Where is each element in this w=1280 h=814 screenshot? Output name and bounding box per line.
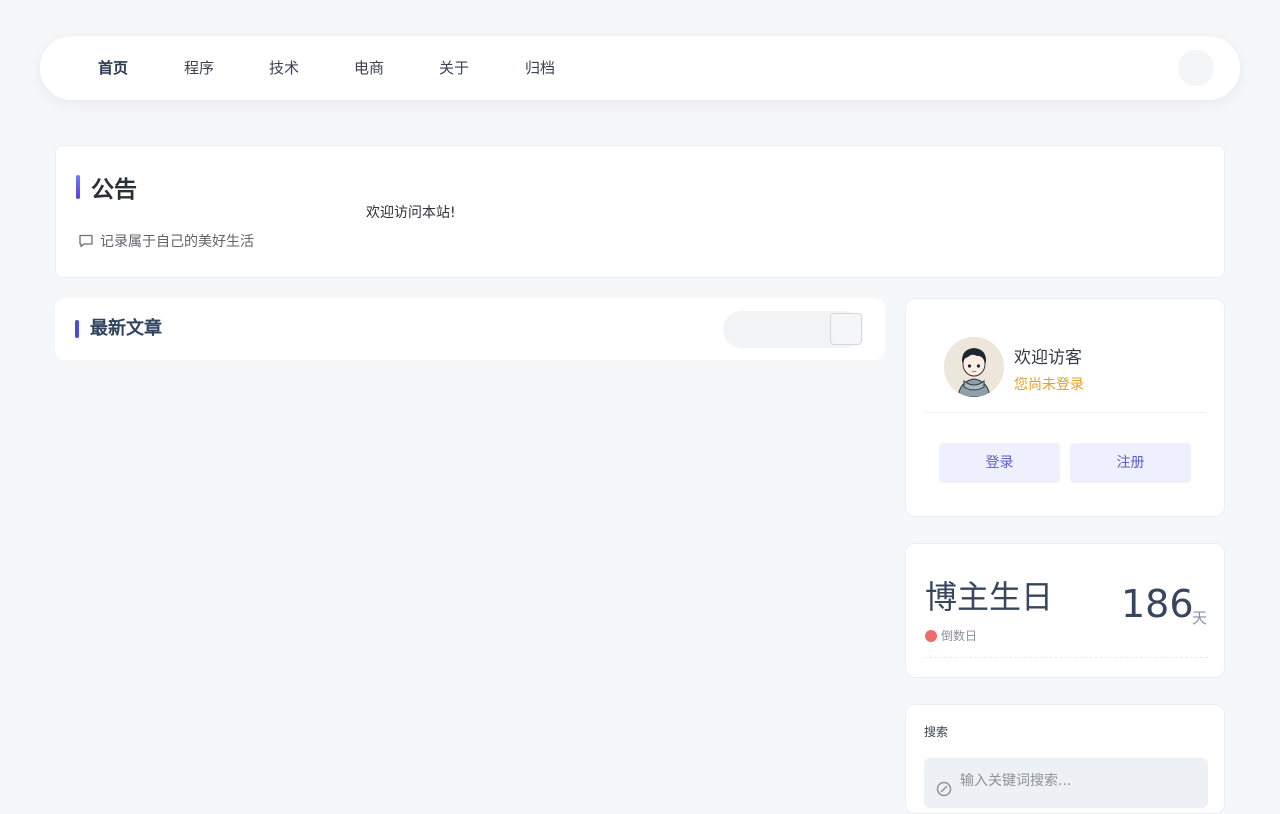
login-button[interactable]: 登录: [939, 443, 1060, 483]
search-card: 搜索: [905, 704, 1225, 814]
countdown-unit: 天: [1192, 609, 1208, 627]
notice-message: 欢迎访问本站!: [366, 205, 456, 221]
title-accent-bar: [76, 175, 80, 199]
notice-subtitle: 记录属于自己的美好生活: [78, 231, 254, 251]
search-title: 搜索: [924, 725, 949, 739]
view-toggle[interactable]: [723, 311, 863, 348]
title-accent-bar: [75, 320, 79, 338]
top-nav: 首页 程序 技术 电商 关于 归档: [40, 36, 1240, 100]
register-button[interactable]: 注册: [1070, 443, 1191, 483]
divider: [924, 412, 1206, 413]
nav-item-home[interactable]: 首页: [98, 36, 128, 100]
latest-posts-title: 最新文章: [90, 318, 162, 339]
toggle-knob[interactable]: [830, 313, 862, 345]
nav-item-ecommerce[interactable]: 电商: [354, 36, 384, 100]
countdown-title: 博主生日: [925, 578, 1054, 616]
countdown-days: 186: [1121, 582, 1194, 626]
user-menu-avatar[interactable]: [1178, 50, 1214, 86]
avatar: [944, 337, 1004, 397]
notice-card: 公告 记录属于自己的美好生活 欢迎访问本站!: [55, 145, 1225, 278]
comment-icon: [79, 234, 93, 248]
latest-posts-header: 最新文章: [55, 298, 885, 360]
login-status: 您尚未登录: [1014, 377, 1084, 393]
notice-subtitle-text: 记录属于自己的美好生活: [100, 234, 254, 250]
birthday-countdown-card: 博主生日 倒数日 186 天: [905, 543, 1225, 678]
divider: [924, 657, 1208, 658]
countdown-label: 倒数日: [941, 629, 978, 643]
user-card: 欢迎访客 您尚未登录 登录 注册: [905, 298, 1225, 517]
status-dot-icon: [925, 630, 937, 642]
search-input[interactable]: [960, 770, 1200, 792]
nav-item-archive[interactable]: 归档: [525, 36, 555, 100]
avatar-illustration: [944, 337, 1004, 397]
nav-item-about[interactable]: 关于: [439, 36, 469, 100]
nav-item-program[interactable]: 程序: [184, 36, 214, 100]
welcome-text: 欢迎访客: [1014, 348, 1082, 368]
nav-item-tech[interactable]: 技术: [269, 36, 299, 100]
search-icon: [936, 781, 952, 797]
search-box[interactable]: [924, 758, 1208, 808]
notice-title: 公告: [91, 177, 137, 203]
